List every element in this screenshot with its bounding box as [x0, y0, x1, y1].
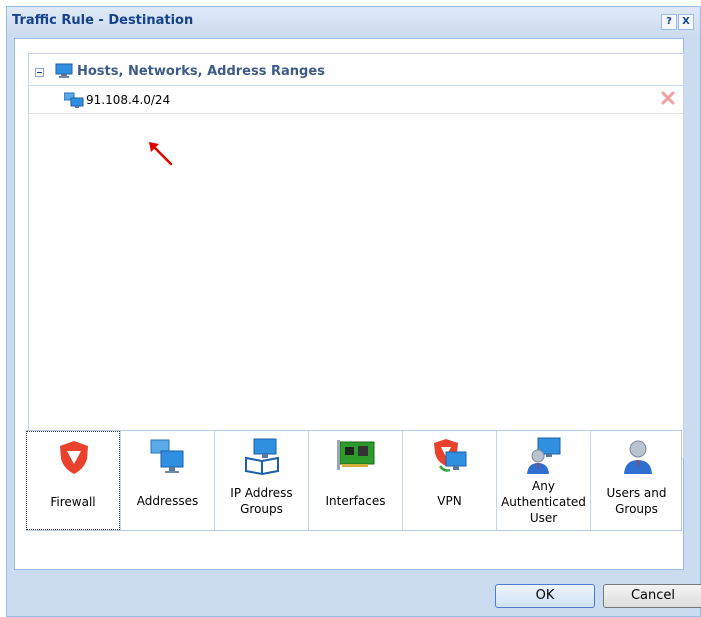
tree-group-label: Hosts, Networks, Address Ranges: [77, 64, 325, 79]
monitor-icon: [55, 63, 73, 78]
palette-label: Firewall: [50, 495, 96, 509]
palette-vpn[interactable]: VPN: [402, 431, 496, 530]
palette-any-authenticated-user[interactable]: Any Authenticated User: [496, 431, 590, 530]
palette-label: Interfaces: [325, 494, 386, 508]
close-button[interactable]: X: [678, 14, 694, 30]
tree-entry-row[interactable]: 91.108.4.0/24: [29, 86, 683, 114]
palette-firewall[interactable]: Firewall: [26, 431, 120, 530]
dialog-title: Traffic Rule - Destination: [12, 13, 194, 28]
palette-label: IP Address Groups: [230, 486, 293, 516]
vpn-icon: [434, 439, 467, 472]
palette-interfaces[interactable]: Interfaces: [308, 431, 402, 530]
users-groups-icon: [624, 440, 652, 474]
addresses-icon: [150, 439, 184, 473]
palette-label: VPN: [437, 494, 462, 508]
tree-entry-label: 91.108.4.0/24: [86, 93, 171, 107]
object-palette: Firewall Addresses IP Address Groups Int…: [26, 430, 682, 531]
palette-label: Any Authenticated User: [501, 479, 586, 525]
palette-label: Users and Groups: [606, 486, 667, 516]
cancel-button[interactable]: Cancel: [603, 584, 701, 608]
network-icon: [64, 92, 84, 108]
palette-users-and-groups[interactable]: Users and Groups: [590, 431, 682, 530]
palette-ip-address-groups[interactable]: IP Address Groups: [214, 431, 308, 530]
palette-label: Addresses: [136, 494, 199, 508]
palette-addresses[interactable]: Addresses: [120, 431, 214, 530]
authenticated-user-icon: [527, 437, 561, 474]
tree-group-row[interactable]: Hosts, Networks, Address Ranges: [29, 54, 683, 86]
remove-x-icon[interactable]: [661, 91, 675, 105]
dialog-titlebar[interactable]: Traffic Rule - Destination ? X: [7, 7, 700, 35]
traffic-rule-dialog: Traffic Rule - Destination ? X Hosts, Ne…: [6, 6, 701, 617]
interfaces-card-icon: [337, 440, 375, 470]
ok-button[interactable]: OK: [495, 584, 595, 608]
ip-address-groups-icon: [245, 438, 279, 476]
destination-tree: Hosts, Networks, Address Ranges 91.108.4…: [28, 53, 684, 459]
collapse-toggle-icon[interactable]: [35, 68, 44, 77]
help-button[interactable]: ?: [661, 14, 677, 30]
red-arrow-annotation: [149, 142, 173, 166]
firewall-shield-icon: [60, 441, 88, 474]
